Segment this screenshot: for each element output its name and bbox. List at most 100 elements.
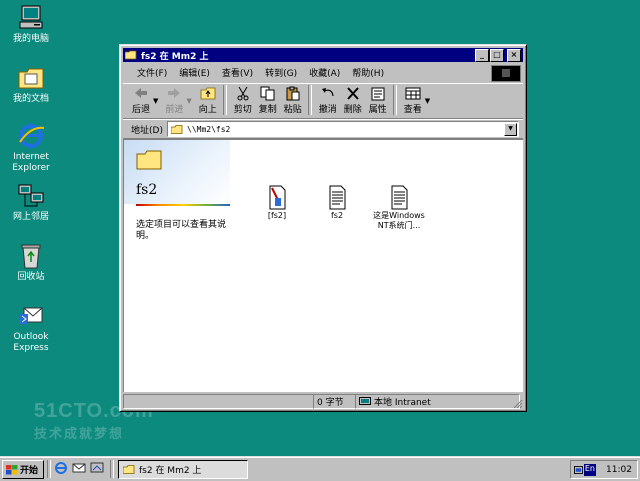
delete-x-icon	[345, 86, 361, 101]
cut-label: 剪切	[233, 105, 252, 115]
taskbar-separator	[110, 460, 114, 478]
cut-button[interactable]: 剪切	[231, 84, 255, 115]
resize-grip-icon[interactable]	[511, 397, 523, 409]
clock[interactable]: 11:02	[606, 465, 632, 475]
rainbow-divider	[136, 204, 230, 206]
outlook-quicklaunch-icon[interactable]	[72, 461, 86, 475]
outlook-express-icon	[16, 302, 46, 330]
large-folder-icon	[136, 150, 162, 170]
forward-arrow-icon	[166, 86, 182, 101]
paste-label: 粘贴	[283, 105, 302, 115]
copy-button[interactable]: 复制	[256, 84, 280, 115]
documents-folder-icon	[16, 64, 46, 92]
system-tray: En 11:02	[570, 460, 638, 479]
folder-title: fs2	[136, 182, 158, 198]
file-name: [fs2]	[267, 211, 287, 220]
text-file-icon	[388, 184, 410, 210]
explorer-window: fs2 在 Mm2 上 _ □ × 文件(F) 编辑(E) 查看(V) 转到(G…	[119, 44, 527, 412]
recycle-bin-icon	[16, 242, 46, 270]
desktop-icon-my-computer[interactable]: 我的电脑	[4, 4, 58, 45]
desktop-icon-outlook-express[interactable]: Outlook Express	[4, 302, 58, 354]
menu-view[interactable]: 查看(V)	[216, 66, 259, 79]
menu-go[interactable]: 转到(G)	[259, 66, 303, 79]
desktop-icon-label: 我的电脑	[12, 34, 49, 44]
address-value: \\Mm2\fs2	[187, 124, 231, 134]
taskbar-window-button[interactable]: fs2 在 Mm2 上	[118, 460, 248, 479]
webview-panel: fs2 选定项目可以查看其说明。	[124, 140, 230, 392]
properties-label: 属性	[368, 105, 387, 115]
status-zone-label: 本地 Intranet	[374, 398, 431, 408]
status-zone: 本地 Intranet	[355, 394, 520, 409]
taskbar: 开始 fs2 在 Mm2 上 En 11:02	[0, 456, 640, 481]
desktop-icon-label: 网上邻居	[12, 212, 49, 222]
show-desktop-icon[interactable]	[90, 461, 104, 475]
taskbar-window-label: fs2 在 Mm2 上	[139, 466, 202, 476]
file-item[interactable]: [fs2]	[250, 184, 304, 221]
folder-icon	[171, 124, 183, 134]
toolbar: 后退 ▼ 前进 ▼ 向上 剪切 复制 粘贴 撤消 删除 属性 查看 ▼	[123, 83, 523, 119]
computer-icon	[16, 4, 46, 32]
folder-icon	[123, 465, 135, 474]
menu-help[interactable]: 帮助(H)	[346, 66, 390, 79]
window-title: fs2 在 Mm2 上	[141, 51, 209, 62]
paste-button[interactable]: 粘贴	[281, 84, 305, 115]
desktop-icon-label: Outlook Express	[13, 332, 49, 353]
watermark-line2: 技术成就梦想	[34, 427, 125, 442]
selection-hint: 选定项目可以查看其说明。	[136, 220, 227, 241]
status-bar: 0 字节 本地 Intranet	[123, 394, 523, 409]
back-arrow-icon	[133, 86, 149, 101]
address-dropdown-icon[interactable]: ▼	[504, 123, 517, 136]
back-dropdown-icon[interactable]: ▼	[153, 97, 158, 105]
text-file-icon	[326, 184, 348, 210]
copy-label: 复制	[258, 105, 277, 115]
views-button[interactable]: 查看	[401, 84, 425, 115]
views-label: 查看	[403, 105, 422, 115]
menu-edit[interactable]: 编辑(E)	[173, 66, 216, 79]
toolbar-separator	[392, 85, 397, 115]
forward-label: 前进	[165, 105, 184, 115]
desktop-icon-label: 回收站	[17, 272, 45, 282]
file-item[interactable]: fs2	[310, 184, 364, 221]
forward-button[interactable]: 前进	[162, 84, 186, 115]
back-button[interactable]: 后退	[129, 84, 153, 115]
language-indicator[interactable]: En	[574, 463, 596, 476]
file-item[interactable]: 这是Windows NT系统门...	[372, 184, 426, 231]
intranet-icon	[359, 396, 371, 405]
up-folder-icon	[200, 86, 216, 101]
desktop-icon-internet-explorer[interactable]: Internet Explorer	[4, 122, 58, 174]
forward-dropdown-icon[interactable]: ▼	[186, 97, 191, 105]
address-bar: 地址(D) \\Mm2\fs2 ▼	[123, 119, 523, 139]
minimize-button[interactable]: _	[475, 49, 489, 62]
desktop-icon-recycle-bin[interactable]: 回收站	[4, 242, 58, 283]
toolbar-separator	[222, 85, 227, 115]
back-label: 后退	[131, 105, 150, 115]
desktop-icon-network[interactable]: 网上邻居	[4, 182, 58, 223]
start-label: 开始	[20, 466, 39, 476]
network-icon	[16, 182, 46, 210]
language-label: En	[583, 463, 596, 476]
status-main	[123, 394, 314, 409]
address-label: 地址(D)	[131, 125, 163, 136]
menu-favorites[interactable]: 收藏(A)	[303, 66, 346, 79]
paste-icon	[285, 86, 301, 101]
undo-button[interactable]: 撤消	[316, 84, 340, 115]
title-bar[interactable]: fs2 在 Mm2 上 _ □ ×	[123, 48, 523, 62]
delete-button[interactable]: 删除	[341, 84, 365, 115]
file-name: 这是Windows NT系统门...	[373, 211, 425, 230]
desktop-icon-my-documents[interactable]: 我的文档	[4, 64, 58, 105]
maximize-button[interactable]: □	[490, 49, 504, 62]
undo-label: 撤消	[318, 105, 337, 115]
up-button[interactable]: 向上	[196, 84, 220, 115]
start-button[interactable]: 开始	[2, 460, 44, 479]
properties-icon	[370, 86, 386, 101]
windows-logo-icon	[491, 65, 521, 82]
views-dropdown-icon[interactable]: ▼	[425, 97, 430, 105]
address-input[interactable]: \\Mm2\fs2 ▼	[167, 121, 519, 137]
ie-icon	[16, 122, 46, 150]
properties-button[interactable]: 属性	[366, 84, 390, 115]
menu-file[interactable]: 文件(F)	[131, 66, 173, 79]
close-button[interactable]: ×	[507, 49, 521, 62]
ie-quicklaunch-icon[interactable]	[54, 461, 68, 475]
up-label: 向上	[198, 105, 217, 115]
folder-content: fs2 选定项目可以查看其说明。 [fs2] fs2 这是Windows NT系…	[123, 139, 523, 392]
